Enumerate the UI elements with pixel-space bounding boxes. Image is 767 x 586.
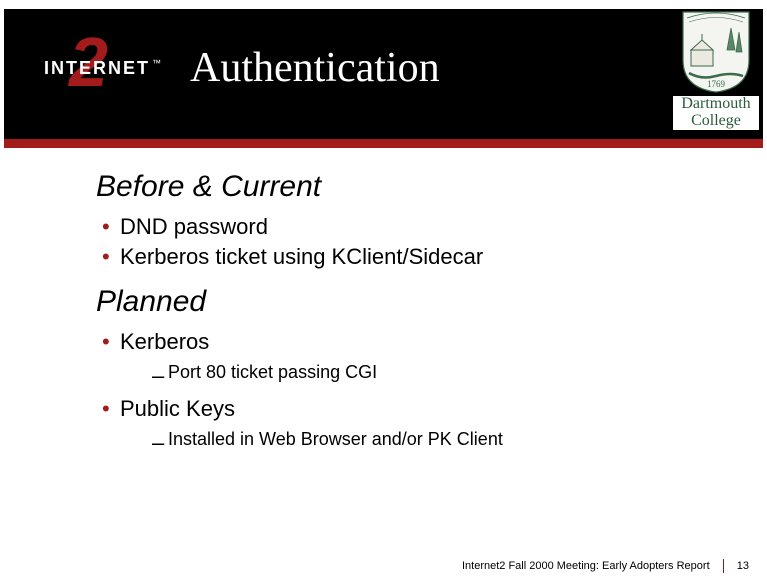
- bullet-list: Kerberos Port 80 ticket passing CGI Publ…: [96, 327, 696, 452]
- list-item: Kerberos ticket using KClient/Sidecar: [96, 242, 696, 272]
- internet2-logo: 2 INTERNET ™: [14, 28, 164, 100]
- footer-event: Internet2 Fall 2000 Meeting: Early Adopt…: [462, 560, 710, 572]
- list-item-label: Kerberos: [120, 329, 209, 354]
- list-item: Kerberos Port 80 ticket passing CGI: [96, 327, 696, 386]
- header-accent-bar: [4, 139, 763, 148]
- list-item-label: Public Keys: [120, 396, 235, 421]
- bullet-list: DND password Kerberos ticket using KClie…: [96, 212, 696, 271]
- footer-page-number: 13: [737, 560, 749, 572]
- sub-list-item: Installed in Web Browser and/or PK Clien…: [120, 426, 696, 453]
- list-item: DND password: [96, 212, 696, 242]
- institution-name-line2: College: [673, 113, 759, 130]
- slide-body: Before & Current DND password Kerberos t…: [96, 170, 696, 467]
- sub-list-item: Port 80 ticket passing CGI: [120, 359, 696, 386]
- logo-word: INTERNET: [44, 58, 150, 79]
- shield-year-text: 1769: [707, 79, 726, 89]
- section-heading: Before & Current: [96, 170, 696, 204]
- logo-trademark: ™: [152, 58, 161, 68]
- institution-block: 1769 Dartmouth College: [673, 10, 759, 130]
- slide-title: Authentication: [190, 44, 440, 92]
- list-item: Public Keys Installed in Web Browser and…: [96, 394, 696, 453]
- footer-separator: [723, 559, 724, 573]
- institution-name-line1: Dartmouth: [673, 96, 759, 113]
- footer: Internet2 Fall 2000 Meeting: Early Adopt…: [462, 559, 749, 573]
- sub-list: Installed in Web Browser and/or PK Clien…: [120, 426, 696, 453]
- sub-list: Port 80 ticket passing CGI: [120, 359, 696, 386]
- section-heading: Planned: [96, 285, 696, 319]
- slide: 2 INTERNET ™ Authentication 1769 Dartmou…: [0, 0, 767, 586]
- shield-icon: 1769: [681, 10, 751, 94]
